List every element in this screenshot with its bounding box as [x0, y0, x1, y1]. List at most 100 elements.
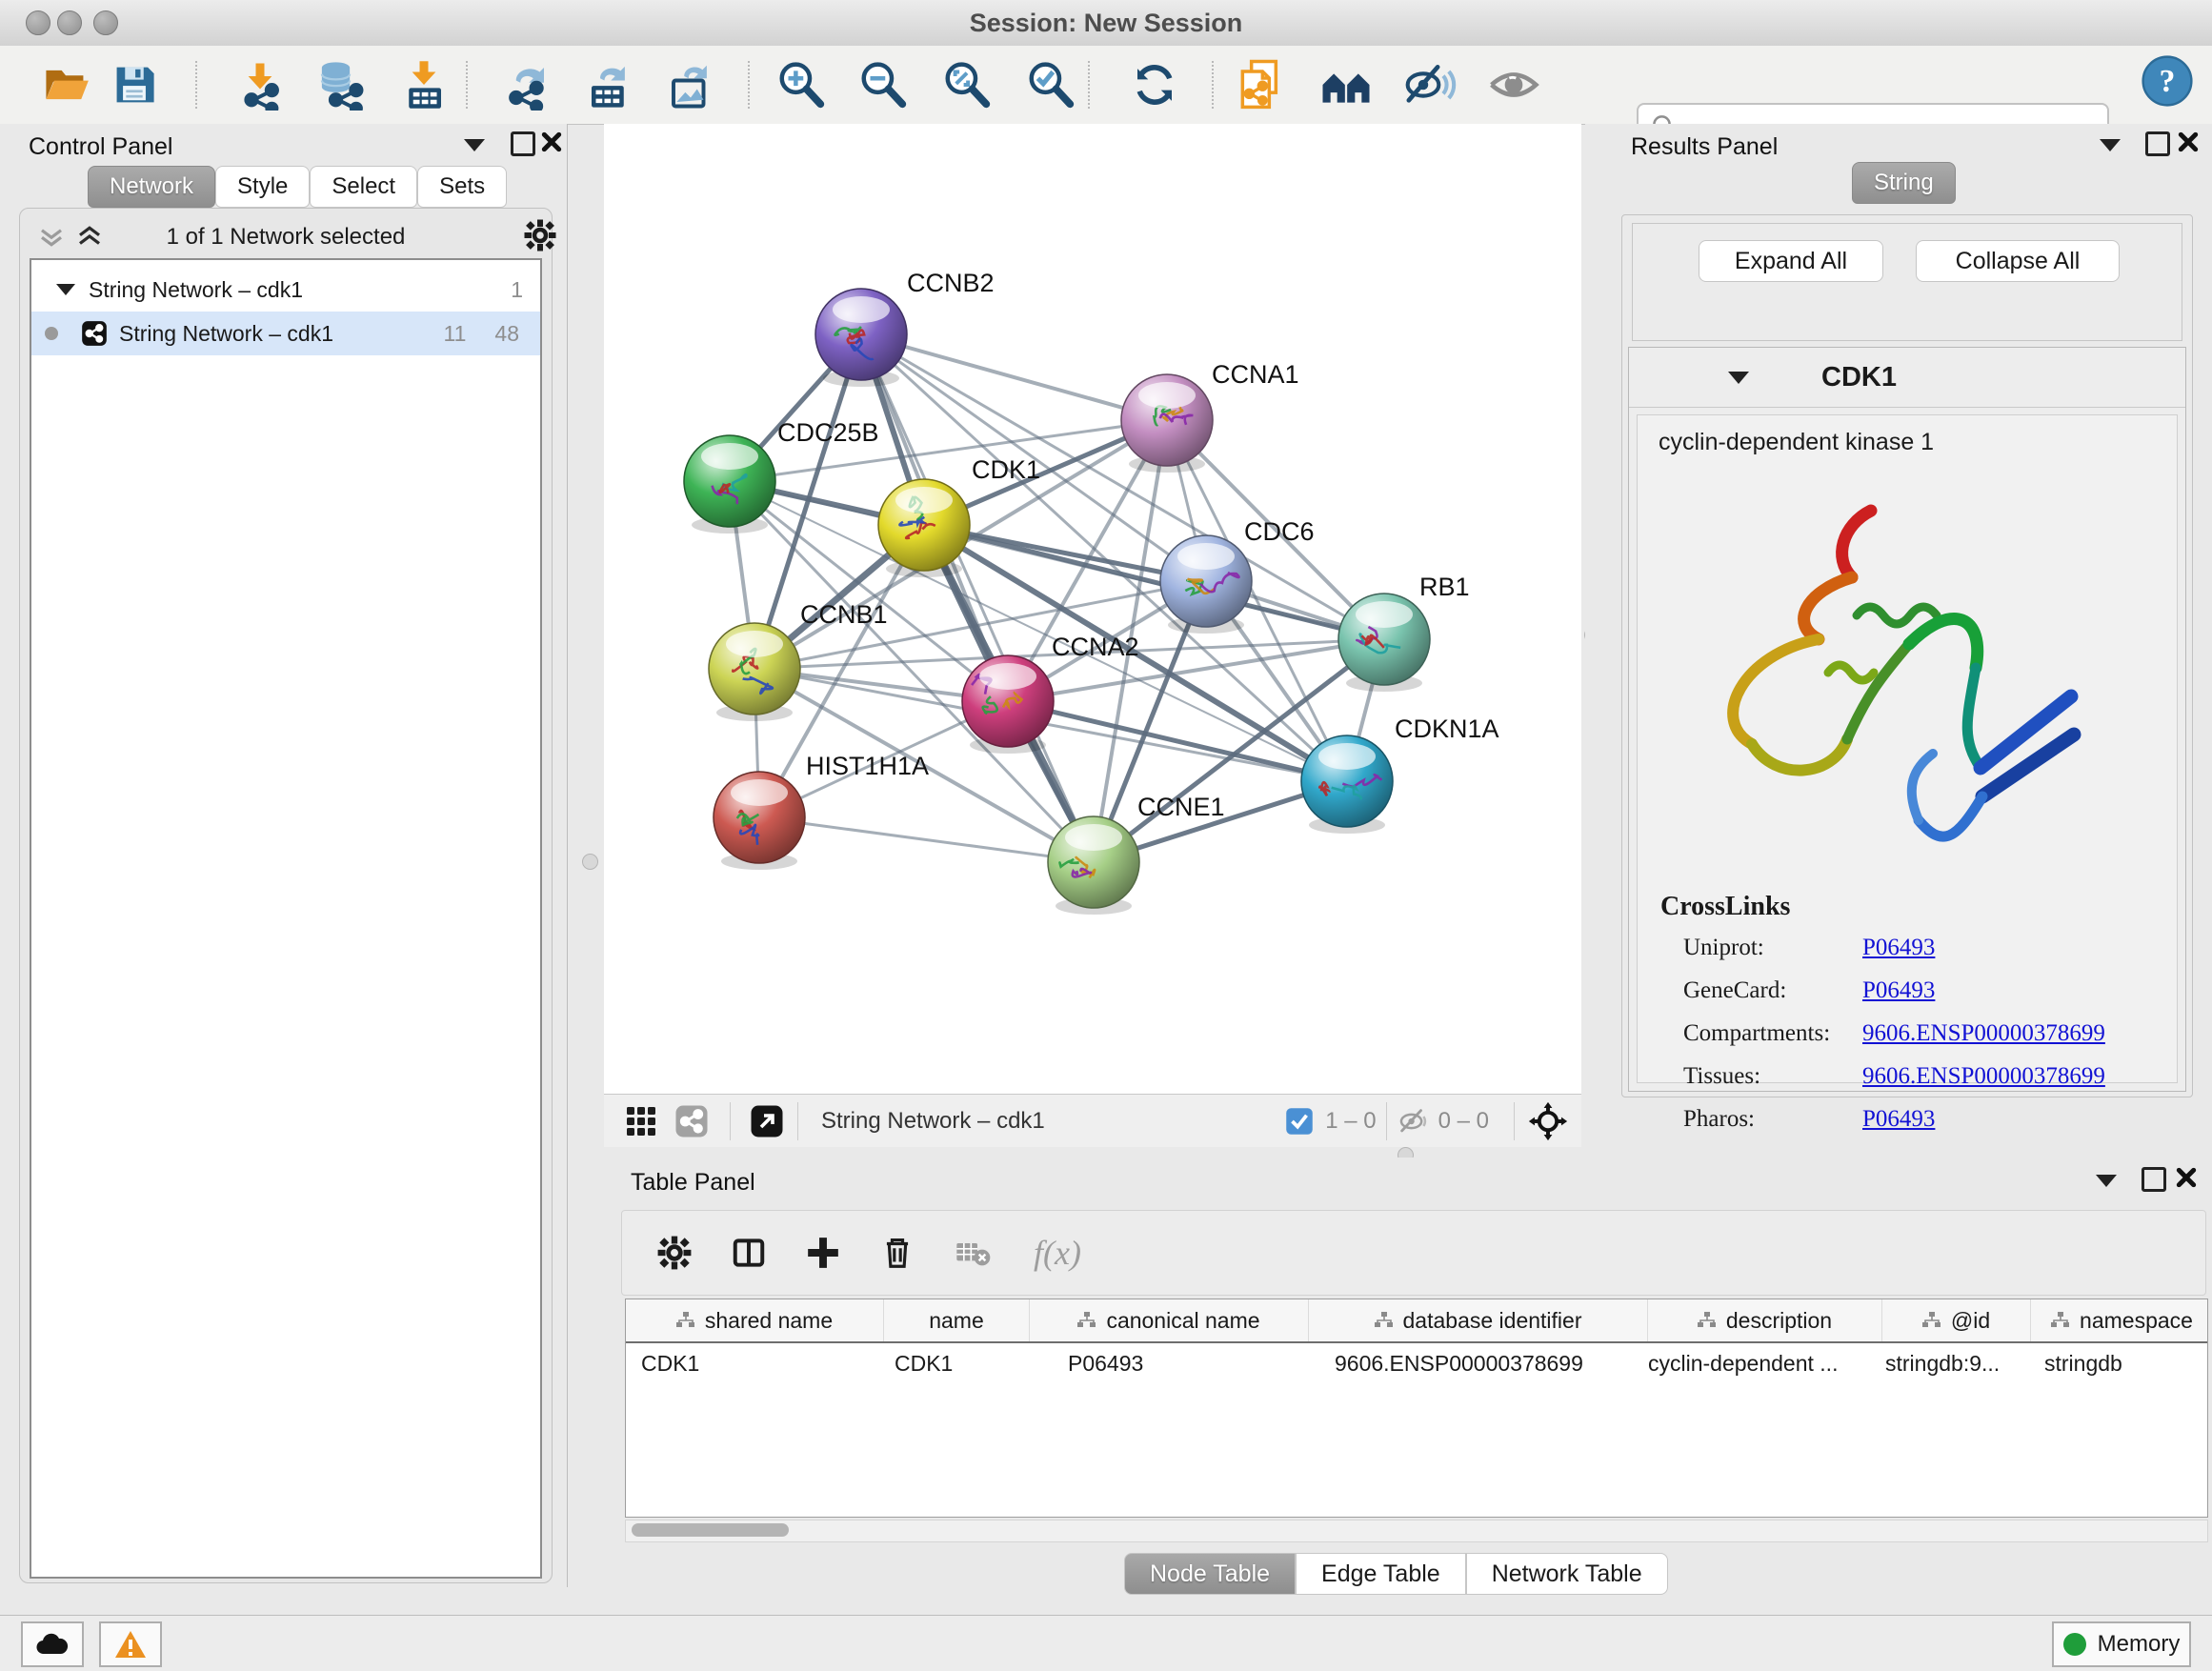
tab-sets[interactable]: Sets — [417, 166, 507, 208]
crosslink-link[interactable]: 9606.ENSP00000378699 — [1862, 1020, 2105, 1047]
export-network-to-file-icon[interactable] — [499, 57, 554, 112]
column-header-canonicalname[interactable]: canonical name — [1030, 1299, 1309, 1341]
crosslink-link[interactable]: P06493 — [1862, 935, 1935, 961]
panel-menu-icon[interactable] — [464, 139, 485, 151]
string-protein-query-icon[interactable] — [1318, 57, 1374, 112]
tab-edge-table[interactable]: Edge Table — [1296, 1553, 1466, 1595]
network-canvas[interactable]: CCNB2CCNA1CDC25BCDK1CDC6RB1CCNB1CCNA2CDK… — [604, 124, 1581, 1094]
node-label-CCNB2: CCNB2 — [907, 269, 995, 297]
column-header-namespace[interactable]: namespace — [2031, 1299, 2208, 1341]
selected-checkbox-icon[interactable] — [1285, 1107, 1314, 1136]
expand-all-button[interactable]: Expand All — [1699, 240, 1883, 282]
cdk1-section-header[interactable]: CDK1 — [1629, 348, 2185, 408]
zoom-selected-icon[interactable] — [1023, 57, 1078, 112]
panel-close-icon[interactable] — [2176, 1167, 2197, 1188]
panel-float-icon[interactable] — [511, 131, 535, 156]
panel-close-icon[interactable] — [2178, 131, 2199, 152]
table-cell[interactable]: CDK1 — [883, 1343, 1028, 1383]
zoom-in-icon[interactable] — [774, 57, 829, 112]
toolbar-separator — [1386, 1102, 1387, 1140]
memory-button[interactable]: Memory — [2052, 1621, 2191, 1667]
export-image-icon[interactable] — [663, 57, 718, 112]
edge-CCNB2-CCNE1[interactable] — [861, 334, 1094, 862]
table-cell[interactable]: 9606.ENSP00000378699 — [1306, 1343, 1644, 1383]
import-network-from-file-icon[interactable] — [232, 57, 288, 112]
node-CCNA1[interactable] — [1121, 374, 1213, 473]
node-RB1[interactable] — [1338, 594, 1430, 692]
save-session-icon[interactable] — [107, 57, 162, 112]
column-header-id[interactable]: @id — [1882, 1299, 2031, 1341]
column-header-description[interactable]: description — [1648, 1299, 1882, 1341]
column-header-sharedname[interactable]: shared name — [626, 1299, 884, 1341]
node-CDKN1A[interactable] — [1301, 735, 1393, 834]
node-CCNB1[interactable] — [709, 623, 800, 721]
table-row[interactable]: CDK1CDK1P064939606.ENSP00000378699cyclin… — [626, 1343, 2207, 1383]
pan-crosshair-icon[interactable] — [1528, 1101, 1568, 1141]
enable-glass-ball-effect-icon[interactable] — [1402, 57, 1458, 112]
collapse-all-button[interactable]: Collapse All — [1916, 240, 2120, 282]
collection-expand-icon[interactable] — [56, 284, 75, 295]
table-cell[interactable]: stringdb:9... — [1878, 1343, 2025, 1383]
table-cell[interactable]: stringdb — [2025, 1343, 2207, 1383]
clone-network-icon[interactable] — [1233, 57, 1288, 112]
splitter-grip[interactable] — [582, 854, 598, 870]
panel-float-icon[interactable] — [2142, 1167, 2166, 1192]
table-cell[interactable]: P06493 — [1028, 1343, 1306, 1383]
crosslinks-heading: CrossLinks — [1660, 892, 1790, 922]
network-row-selected[interactable]: String Network – cdk1 11 48 — [31, 312, 540, 355]
import-network-from-database-icon[interactable] — [312, 57, 368, 112]
detach-view-icon[interactable] — [750, 1104, 784, 1138]
help-icon[interactable]: ? — [2140, 53, 2195, 109]
node-CDC25B[interactable] — [684, 435, 775, 534]
crosslink-row: Pharos:P06493 — [1683, 1106, 1755, 1133]
zoom-fit-content-icon[interactable] — [939, 57, 995, 112]
panel-menu-icon[interactable] — [2100, 139, 2121, 151]
show-columns-icon[interactable] — [731, 1235, 767, 1271]
crosslink-link[interactable]: P06493 — [1862, 1106, 1935, 1133]
column-header-databaseidentifier[interactable]: database identifier — [1309, 1299, 1648, 1341]
tab-select[interactable]: Select — [310, 166, 417, 208]
node-CDK1[interactable] — [878, 479, 970, 577]
function-builder-icon: f(x) — [1034, 1233, 1081, 1273]
column-header-name[interactable]: name — [884, 1299, 1030, 1341]
tab-network[interactable]: Network — [88, 166, 215, 208]
cloud-status-button[interactable] — [21, 1621, 84, 1667]
export-table-to-file-icon[interactable] — [581, 57, 636, 112]
grid-view-icon[interactable] — [625, 1105, 657, 1137]
crosslink-link[interactable]: P06493 — [1862, 977, 1935, 1004]
section-collapse-icon[interactable] — [1728, 372, 1749, 384]
tab-node-table[interactable]: Node Table — [1124, 1553, 1296, 1595]
delete-column-icon[interactable] — [879, 1235, 915, 1271]
panel-float-icon[interactable] — [2145, 131, 2170, 156]
tab-style[interactable]: Style — [215, 166, 310, 208]
tab-string[interactable]: String — [1852, 162, 1956, 204]
node-table[interactable]: shared namenamecanonical namedatabase id… — [625, 1299, 2208, 1518]
edge-CCNA2-CDKN1A[interactable] — [1008, 701, 1347, 781]
edge-HIST1H1A-CCNE1[interactable] — [759, 817, 1094, 862]
node-HIST1H1A[interactable] — [714, 772, 805, 870]
import-table-from-file-icon[interactable] — [396, 57, 452, 112]
network-overview-icon[interactable] — [674, 1104, 709, 1138]
tab-network-table[interactable]: Network Table — [1466, 1553, 1668, 1595]
show-graphics-details-icon[interactable] — [1486, 57, 1541, 112]
scrollbar-thumb[interactable] — [632, 1523, 789, 1537]
table-options-gear-icon[interactable] — [656, 1235, 693, 1271]
crosslink-row: GeneCard:P06493 — [1683, 977, 1786, 1004]
network-collection-row[interactable]: String Network – cdk1 1 — [31, 268, 540, 312]
table-horizontal-scrollbar[interactable] — [625, 1520, 2208, 1542]
table-cell[interactable]: CDK1 — [626, 1343, 883, 1383]
warnings-button[interactable] — [99, 1621, 162, 1667]
apply-preferred-layout-icon[interactable] — [1127, 57, 1182, 112]
network-edges[interactable] — [730, 334, 1384, 862]
node-CDC6[interactable] — [1160, 535, 1252, 634]
crosslink-link[interactable]: 9606.ENSP00000378699 — [1862, 1063, 2105, 1090]
node-CCNE1[interactable] — [1048, 816, 1139, 915]
open-session-icon[interactable] — [38, 57, 93, 112]
panel-menu-icon[interactable] — [2096, 1175, 2117, 1187]
create-column-icon[interactable] — [805, 1235, 841, 1271]
zoom-out-icon[interactable] — [855, 57, 911, 112]
table-panel: Table Panel f(x) shared namenamecanonica… — [610, 1158, 2212, 1615]
panel-close-icon[interactable] — [541, 131, 562, 152]
network-options-gear-icon[interactable] — [523, 218, 557, 252]
table-cell[interactable]: cyclin-dependent ... — [1644, 1343, 1878, 1383]
